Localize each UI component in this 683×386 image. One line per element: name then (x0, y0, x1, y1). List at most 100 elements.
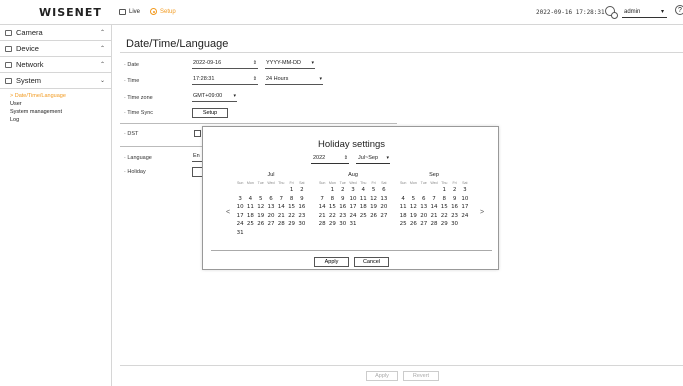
calendar-day[interactable]: 11 (358, 195, 368, 204)
year-select[interactable]: 2022 ⇕ (311, 155, 349, 164)
calendar-day[interactable]: 12 (368, 195, 378, 204)
dst-checkbox[interactable] (194, 130, 201, 137)
sidebar-item-system[interactable]: System ⌄ (0, 73, 111, 89)
calendar-day[interactable]: 19 (256, 212, 266, 221)
calendar-day[interactable]: 4 (398, 195, 408, 204)
calendar-day[interactable]: 30 (338, 220, 348, 229)
calendar-day[interactable]: 17 (460, 203, 470, 212)
calendar-day[interactable]: 5 (256, 195, 266, 204)
calendar-day[interactable]: 21 (429, 212, 439, 221)
calendar-day[interactable]: 24 (460, 212, 470, 221)
calendar-day[interactable]: 20 (379, 203, 389, 212)
calendar-day[interactable]: 16 (449, 203, 459, 212)
calendar-day[interactable]: 22 (439, 212, 449, 221)
calendar-day[interactable]: 10 (460, 195, 470, 204)
calendar-day[interactable]: 27 (379, 212, 389, 221)
calendar-day[interactable]: 29 (286, 220, 296, 229)
calendar-day[interactable]: 23 (338, 212, 348, 221)
calendar-day[interactable]: 8 (286, 195, 296, 204)
calendar-day[interactable]: 26 (368, 212, 378, 221)
calendar-day[interactable]: 26 (408, 220, 418, 229)
apply-button[interactable]: Apply (366, 371, 398, 381)
calendar-day[interactable]: 16 (338, 203, 348, 212)
prev-arrow-icon[interactable]: < (226, 209, 230, 216)
calendar-day[interactable]: 30 (449, 220, 459, 229)
submenu-log[interactable]: Log (10, 116, 111, 124)
calendar-day[interactable]: 28 (429, 220, 439, 229)
calendar-day[interactable]: 13 (419, 203, 429, 212)
calendar-day[interactable]: 4 (358, 186, 368, 195)
calendar-day[interactable]: 6 (419, 195, 429, 204)
calendar-day[interactable]: 19 (408, 212, 418, 221)
calendar-day[interactable]: 2 (338, 186, 348, 195)
calendar-day[interactable]: 12 (256, 203, 266, 212)
calendar-day[interactable]: 6 (266, 195, 276, 204)
calendar-day[interactable]: 19 (368, 203, 378, 212)
setup-tab[interactable]: Setup (150, 8, 176, 15)
calendar-day[interactable]: 31 (348, 220, 358, 229)
calendar-day[interactable]: 24 (235, 220, 245, 229)
calendar-day[interactable]: 26 (256, 220, 266, 229)
calendar-day[interactable]: 22 (327, 212, 337, 221)
calendar-day[interactable]: 17 (235, 212, 245, 221)
calendar-day[interactable]: 1 (439, 186, 449, 195)
calendar-day[interactable]: 16 (297, 203, 307, 212)
calendar-day[interactable]: 20 (419, 212, 429, 221)
calendar-day[interactable]: 3 (235, 195, 245, 204)
calendar-day[interactable]: 31 (235, 229, 245, 238)
calendar-day[interactable]: 15 (439, 203, 449, 212)
date-format-select[interactable]: YYYY-MM-DD ▾ (265, 60, 315, 69)
calendar-day[interactable]: 14 (317, 203, 327, 212)
revert-button[interactable]: Revert (403, 371, 439, 381)
calendar-day[interactable]: 7 (276, 195, 286, 204)
calendar-day[interactable]: 28 (317, 220, 327, 229)
calendar-day[interactable]: 5 (408, 195, 418, 204)
calendar-day[interactable]: 25 (398, 220, 408, 229)
calendar-day[interactable]: 4 (245, 195, 255, 204)
help-icon[interactable]: ? (675, 5, 683, 15)
calendar-day[interactable]: 1 (327, 186, 337, 195)
calendar-day[interactable]: 1 (286, 186, 296, 195)
user-settings-icon[interactable] (605, 6, 618, 19)
calendar-day[interactable]: 11 (398, 203, 408, 212)
sidebar-item-camera[interactable]: Camera ⌃ (0, 25, 111, 41)
calendar-day[interactable]: 18 (358, 203, 368, 212)
calendar-day[interactable]: 21 (317, 212, 327, 221)
calendar-day[interactable]: 9 (297, 195, 307, 204)
calendar-day[interactable]: 8 (327, 195, 337, 204)
calendar-day[interactable]: 17 (348, 203, 358, 212)
calendar-day[interactable]: 25 (358, 212, 368, 221)
calendar-day[interactable]: 9 (338, 195, 348, 204)
calendar-day[interactable]: 13 (379, 195, 389, 204)
calendar-day[interactable]: 2 (297, 186, 307, 195)
dialog-cancel-button[interactable]: Cancel (354, 257, 389, 267)
calendar-day[interactable]: 18 (245, 212, 255, 221)
calendar-day[interactable]: 10 (235, 203, 245, 212)
calendar-day[interactable]: 23 (297, 212, 307, 221)
calendar-day[interactable]: 14 (276, 203, 286, 212)
next-arrow-icon[interactable]: > (480, 209, 484, 216)
live-tab[interactable]: Live (119, 8, 140, 15)
calendar-day[interactable]: 29 (327, 220, 337, 229)
calendar-day[interactable]: 14 (429, 203, 439, 212)
calendar-day[interactable]: 30 (297, 220, 307, 229)
calendar-day[interactable]: 25 (245, 220, 255, 229)
calendar-day[interactable]: 15 (327, 203, 337, 212)
user-select[interactable]: admin ▾ (622, 6, 667, 18)
calendar-day[interactable]: 7 (317, 195, 327, 204)
calendar-day[interactable]: 29 (439, 220, 449, 229)
calendar-day[interactable]: 9 (449, 195, 459, 204)
calendar-day[interactable]: 22 (286, 212, 296, 221)
sidebar-item-device[interactable]: Device ⌃ (0, 41, 111, 57)
submenu-system-management[interactable]: System management (10, 108, 111, 116)
calendar-day[interactable]: 7 (429, 195, 439, 204)
calendar-day[interactable]: 11 (245, 203, 255, 212)
range-select[interactable]: Jul~Sep ▾ (356, 155, 390, 164)
calendar-day[interactable]: 5 (368, 186, 378, 195)
calendar-day[interactable]: 21 (276, 212, 286, 221)
time-format-select[interactable]: 24 Hours ▾ (265, 76, 323, 85)
calendar-day[interactable]: 27 (266, 220, 276, 229)
calendar-day[interactable]: 20 (266, 212, 276, 221)
dialog-apply-button[interactable]: Apply (314, 257, 349, 267)
submenu-user[interactable]: User (10, 100, 111, 108)
